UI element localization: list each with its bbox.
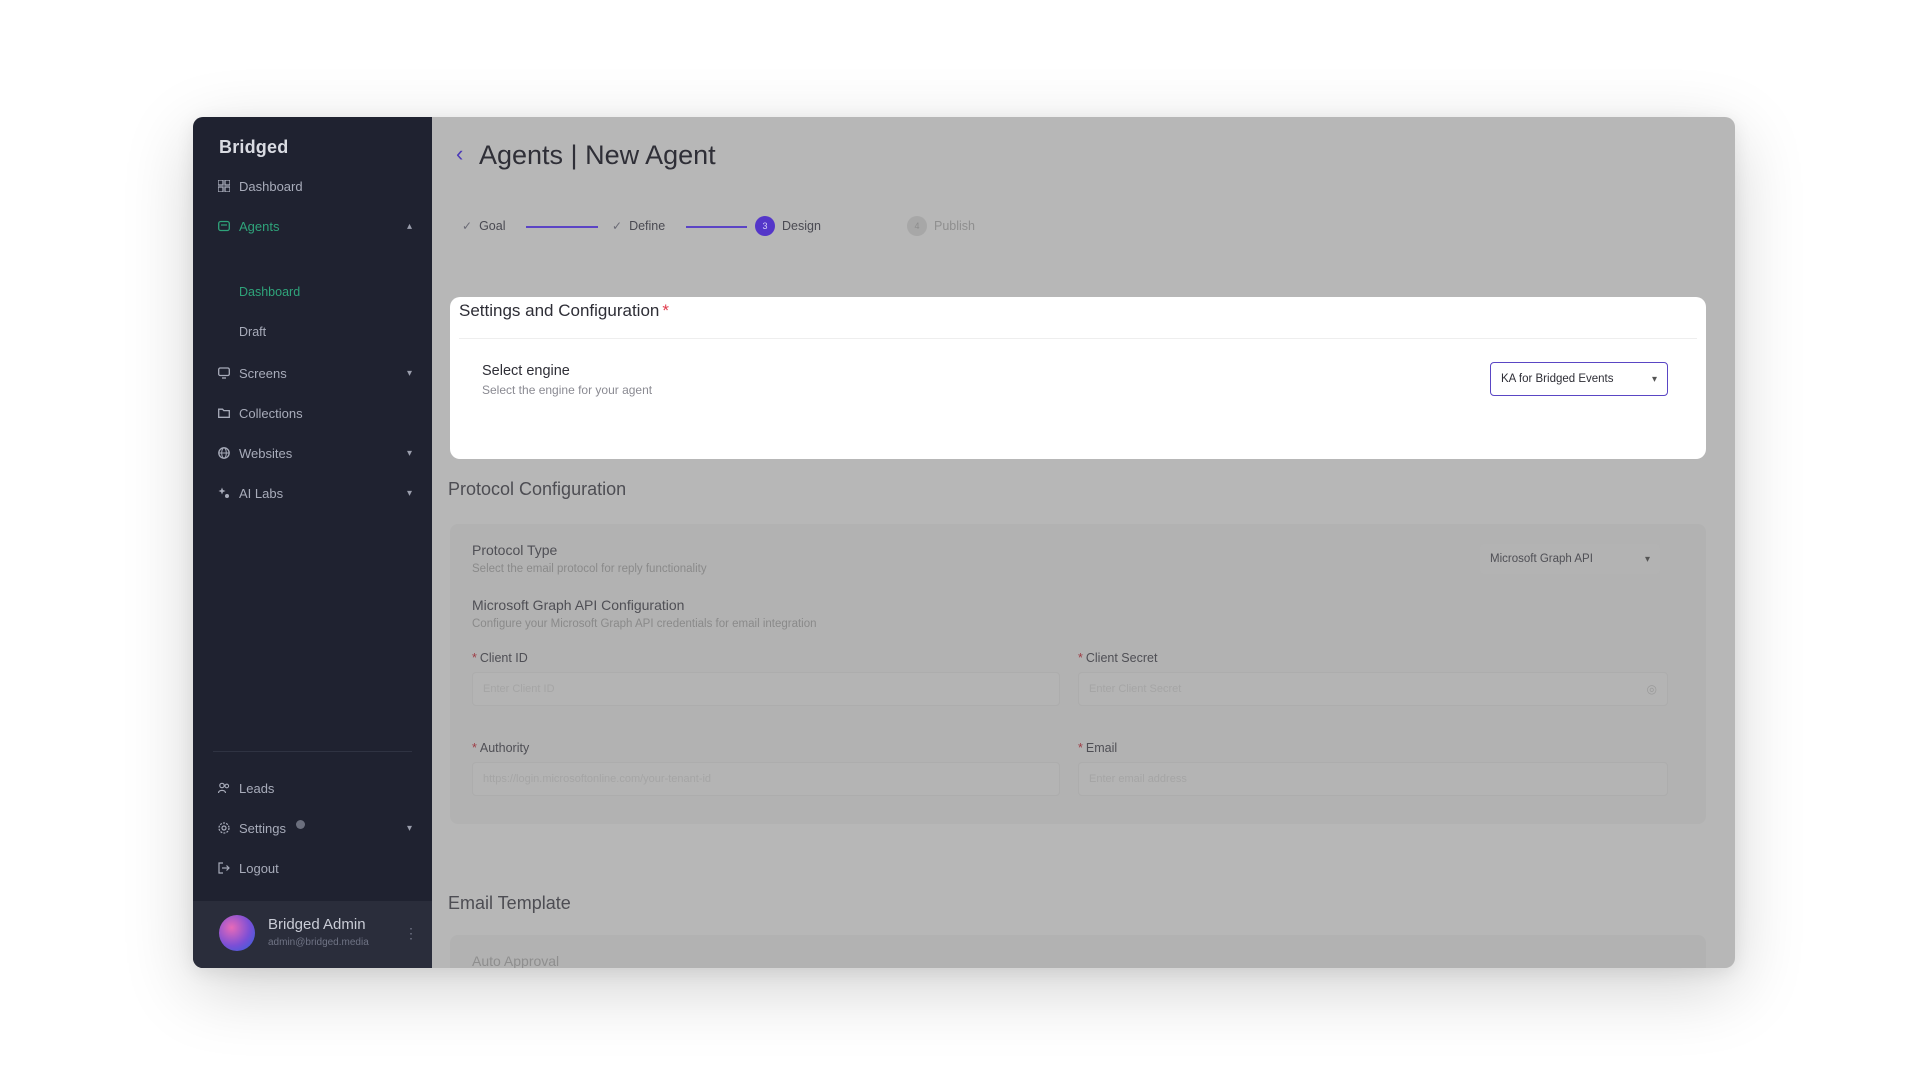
step-connector bbox=[526, 226, 598, 228]
app-window: Bridged Dashboard Agents ▴ Dashboard Dra… bbox=[193, 117, 1735, 968]
graph-config-label: Microsoft Graph API Configuration bbox=[472, 597, 685, 613]
sidebar-item-dashboard[interactable]: Dashboard bbox=[217, 175, 412, 197]
sidebar-item-label: Collections bbox=[239, 405, 303, 421]
eye-off-icon[interactable]: ◎ bbox=[1647, 682, 1657, 696]
chevron-down-icon: ▾ bbox=[406, 487, 412, 499]
agent-icon bbox=[217, 220, 230, 233]
grid-icon bbox=[217, 180, 230, 193]
email-label: * Email bbox=[1078, 741, 1118, 755]
step-number: 3 bbox=[755, 216, 775, 236]
logout-icon bbox=[217, 862, 230, 875]
step-define[interactable]: ✓ Define bbox=[612, 215, 665, 237]
step-number: 4 bbox=[907, 216, 927, 236]
logo: Bridged bbox=[219, 137, 289, 157]
client-id-label: * Client ID bbox=[472, 651, 528, 665]
section-title: Settings and Configuration * bbox=[459, 301, 669, 320]
client-secret-input[interactable]: Enter Client Secret ◎ bbox=[1078, 672, 1668, 706]
sidebar-item-label: Websites bbox=[239, 445, 293, 461]
sidebar-item-logout[interactable]: Logout bbox=[217, 857, 412, 879]
sidebar-item-leads[interactable]: Leads bbox=[217, 777, 412, 799]
sidebar-item-agents[interactable]: Agents ▴ bbox=[217, 215, 412, 237]
graph-config-desc: Configure your Microsoft Graph API crede… bbox=[472, 618, 817, 630]
engine-select[interactable]: KA for Bridged Events ▾ bbox=[1490, 362, 1668, 396]
avatar bbox=[219, 915, 255, 951]
stepper: ✓ Goal ✓ Define 3 Design 4 Publish bbox=[462, 215, 1022, 237]
sidebar-item-websites[interactable]: Websites ▾ bbox=[217, 442, 412, 464]
protocol-type-select[interactable]: Microsoft Graph API ▾ bbox=[1480, 544, 1660, 574]
check-icon: ✓ bbox=[612, 219, 623, 233]
user-profile[interactable]: Bridged Admin admin@bridged.media ⋮ bbox=[193, 901, 432, 968]
chevron-down-icon: ▾ bbox=[406, 822, 412, 834]
sidebar-item-ai-labs[interactable]: AI Labs ▾ bbox=[217, 482, 412, 504]
step-design[interactable]: 3 Design bbox=[755, 215, 821, 237]
engine-description: Select the engine for your agent bbox=[482, 383, 653, 397]
sidebar-item-screens[interactable]: Screens ▾ bbox=[217, 362, 412, 384]
engine-select-value: KA for Bridged Events bbox=[1501, 373, 1614, 385]
gear-icon bbox=[217, 822, 230, 835]
chevron-down-icon: ▾ bbox=[1651, 373, 1657, 385]
sidebar-subitem-draft[interactable]: Draft bbox=[239, 325, 266, 339]
authority-input[interactable]: https://login.microsoftonline.com/your-t… bbox=[472, 762, 1060, 796]
sidebar-subitem-dashboard[interactable]: Dashboard bbox=[239, 285, 300, 299]
engine-label: Select engine bbox=[482, 363, 570, 379]
sidebar-divider bbox=[213, 751, 412, 752]
sparkle-icon bbox=[217, 487, 230, 500]
sidebar-item-label: AI Labs bbox=[239, 485, 284, 501]
chevron-down-icon: ▾ bbox=[406, 447, 412, 459]
required-mark: * bbox=[662, 301, 669, 320]
check-icon: ✓ bbox=[462, 219, 473, 233]
divider bbox=[459, 338, 1697, 339]
chevron-up-icon: ▴ bbox=[406, 220, 412, 232]
more-vertical-icon[interactable]: ⋮ bbox=[404, 925, 418, 942]
protocol-type-label: Protocol Type bbox=[472, 542, 558, 558]
chevron-down-icon: ▾ bbox=[406, 367, 412, 379]
auto-approval-label: Auto Approval bbox=[472, 953, 560, 968]
main-content: ‹ Agents | New Agent ✓ Goal ✓ Define 3 D… bbox=[432, 117, 1735, 968]
step-goal[interactable]: ✓ Goal bbox=[462, 215, 505, 237]
email-template-card bbox=[450, 935, 1706, 968]
email-input[interactable]: Enter email address bbox=[1078, 762, 1668, 796]
sidebar-item-label: Dashboard bbox=[239, 178, 303, 194]
globe-icon bbox=[217, 447, 230, 460]
back-arrow-icon[interactable]: ‹ bbox=[456, 141, 463, 167]
protocol-section-title: Protocol Configuration bbox=[448, 479, 627, 499]
chevron-down-icon: ▾ bbox=[1644, 553, 1650, 565]
sidebar-item-label: Settings bbox=[239, 820, 286, 836]
authority-label: * Authority bbox=[472, 741, 530, 755]
folder-icon bbox=[217, 407, 230, 420]
settings-config-card: Settings and Configuration * Select engin… bbox=[450, 297, 1706, 459]
sidebar-item-label: Leads bbox=[239, 780, 275, 796]
users-icon bbox=[217, 782, 230, 795]
sidebar-item-label: Screens bbox=[239, 365, 287, 381]
sidebar: Bridged Dashboard Agents ▴ Dashboard Dra… bbox=[193, 117, 432, 968]
sidebar-item-label: Logout bbox=[239, 860, 279, 876]
step-connector bbox=[686, 226, 747, 228]
page-title: Agents | New Agent bbox=[479, 140, 716, 170]
sidebar-item-label: Agents bbox=[239, 218, 280, 234]
email-template-title: Email Template bbox=[448, 893, 571, 913]
protocol-type-desc: Select the email protocol for reply func… bbox=[472, 563, 707, 575]
user-name: Bridged Admin bbox=[268, 916, 366, 933]
notification-dot bbox=[295, 819, 305, 829]
step-publish[interactable]: 4 Publish bbox=[907, 215, 975, 237]
client-secret-label: * Client Secret bbox=[1078, 651, 1158, 665]
client-id-input[interactable]: Enter Client ID bbox=[472, 672, 1060, 706]
monitor-icon bbox=[217, 367, 230, 380]
user-email: admin@bridged.media bbox=[268, 937, 369, 948]
sidebar-item-settings[interactable]: Settings ▾ bbox=[217, 817, 412, 839]
sidebar-item-collections[interactable]: Collections bbox=[217, 402, 412, 424]
